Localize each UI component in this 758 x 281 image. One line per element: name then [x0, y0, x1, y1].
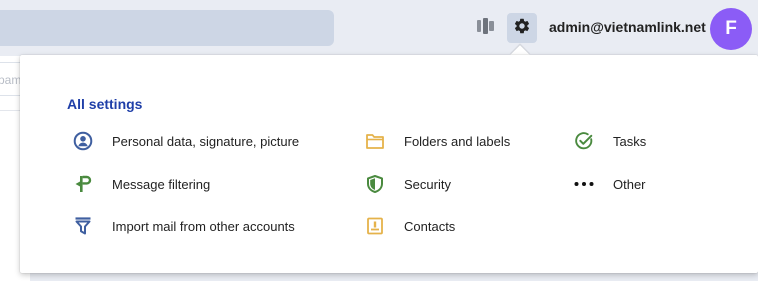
- settings-item-message-filtering[interactable]: Message filtering: [72, 173, 210, 195]
- settings-item-label: Message filtering: [112, 176, 211, 192]
- funnel-import-icon: [72, 215, 94, 237]
- search-input[interactable]: [0, 10, 334, 46]
- mailbox-switch-button[interactable]: [474, 15, 498, 41]
- top-bar: admin@vietnamlink.net F: [0, 0, 758, 56]
- settings-item-tasks[interactable]: Tasks: [573, 130, 646, 152]
- settings-item-label: Contacts: [404, 218, 456, 234]
- contacts-book-icon: [364, 215, 386, 237]
- shield-icon: [364, 173, 386, 195]
- settings-item-import-mail[interactable]: Import mail from other accounts: [72, 215, 295, 237]
- settings-item-other[interactable]: Other: [573, 173, 646, 195]
- more-dots-icon: [573, 173, 595, 195]
- settings-item-folders-labels[interactable]: Folders and labels: [364, 130, 510, 152]
- avatar[interactable]: F: [710, 8, 752, 50]
- settings-item-contacts[interactable]: Contacts: [364, 215, 455, 237]
- folder-icon: [364, 130, 386, 152]
- settings-button[interactable]: [507, 13, 537, 43]
- settings-menu: All settings Personal data, signature, p…: [20, 55, 758, 273]
- account-email[interactable]: admin@vietnamlink.net: [549, 19, 706, 35]
- settings-item-label: Other: [613, 176, 646, 192]
- gear-icon: [513, 17, 531, 40]
- settings-item-label: Tasks: [613, 133, 647, 149]
- settings-item-label: Personal data, signature, picture: [112, 133, 300, 149]
- user-circle-icon: [72, 130, 94, 152]
- settings-item-label: Import mail from other accounts: [112, 218, 295, 234]
- filter-flag-icon: [72, 173, 94, 195]
- settings-item-label: Security: [404, 176, 451, 192]
- all-settings-link[interactable]: All settings: [67, 96, 142, 112]
- settings-item-label: Folders and labels: [404, 133, 511, 149]
- settings-item-security[interactable]: Security: [364, 173, 451, 195]
- mailbox-icon: [476, 17, 496, 40]
- settings-item-personal-data[interactable]: Personal data, signature, picture: [72, 130, 299, 152]
- background-search-fragment: pam: [0, 73, 22, 87]
- avatar-letter: F: [725, 18, 737, 39]
- check-circle-icon: [573, 130, 595, 152]
